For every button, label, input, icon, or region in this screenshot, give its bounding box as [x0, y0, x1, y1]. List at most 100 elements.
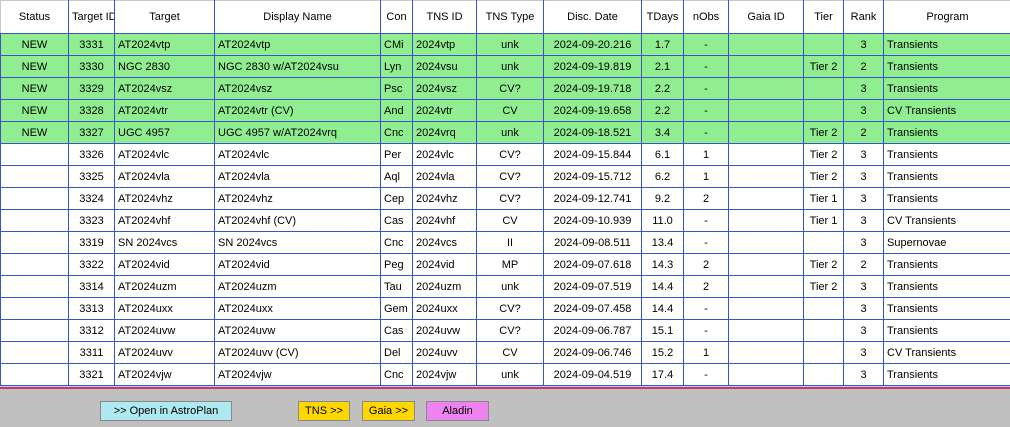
cell-gaia-id[interactable] — [728, 209, 804, 232]
cell-tdays[interactable]: 2.2 — [641, 77, 684, 100]
cell-target-id[interactable]: 3314 — [68, 275, 115, 298]
cell-program[interactable]: Transients — [883, 187, 1010, 210]
cell-nobs[interactable]: - — [683, 209, 729, 232]
cell-display-name[interactable]: AT2024uzm — [214, 275, 381, 298]
cell-target-id[interactable]: 3331 — [68, 33, 115, 56]
cell-display-name[interactable]: AT2024vlc — [214, 143, 381, 166]
cell-disc-date[interactable]: 2024-09-07.458 — [543, 297, 642, 320]
cell-tns-id[interactable]: 2024uxx — [412, 297, 477, 320]
cell-tns-type[interactable]: CV? — [476, 165, 544, 188]
col-header-rank[interactable]: Rank — [843, 0, 884, 34]
cell-program[interactable]: Transients — [883, 363, 1010, 386]
cell-target[interactable]: AT2024vtp — [114, 33, 215, 56]
table-row[interactable]: 3323 AT2024vhf AT2024vhf (CV) Cas 2024vhf CV 2… — [0, 209, 1010, 232]
cell-disc-date[interactable]: 2024-09-18.521 — [543, 121, 642, 144]
cell-display-name[interactable]: AT2024vhz — [214, 187, 381, 210]
col-header-target[interactable]: Target — [114, 0, 215, 34]
cell-rank[interactable]: 2 — [843, 253, 884, 276]
cell-program[interactable]: Transients — [883, 121, 1010, 144]
cell-tns-id[interactable]: 2024uvv — [412, 341, 477, 364]
cell-tier[interactable]: Tier 1 — [803, 187, 844, 210]
col-header-target-id[interactable]: Target ID — [68, 0, 115, 34]
cell-tns-type[interactable]: CV? — [476, 143, 544, 166]
cell-tdays[interactable]: 15.1 — [641, 319, 684, 342]
cell-tdays[interactable]: 14.4 — [641, 275, 684, 298]
cell-con[interactable]: Cas — [380, 319, 413, 342]
table-row[interactable]: 3312 AT2024uvw AT2024uvw Cas 2024uvw CV? 2024-… — [0, 319, 1010, 342]
cell-target-id[interactable]: 3330 — [68, 55, 115, 78]
cell-tier[interactable] — [803, 297, 844, 320]
cell-tns-type[interactable]: unk — [476, 121, 544, 144]
cell-nobs[interactable]: - — [683, 77, 729, 100]
cell-nobs[interactable]: - — [683, 55, 729, 78]
cell-tns-type[interactable]: CV? — [476, 319, 544, 342]
cell-status[interactable] — [0, 253, 69, 276]
cell-disc-date[interactable]: 2024-09-19.658 — [543, 99, 642, 122]
cell-tier[interactable]: Tier 1 — [803, 209, 844, 232]
cell-display-name[interactable]: AT2024vjw — [214, 363, 381, 386]
cell-target-id[interactable]: 3319 — [68, 231, 115, 254]
cell-disc-date[interactable]: 2024-09-10.939 — [543, 209, 642, 232]
cell-target[interactable]: NGC 2830 — [114, 55, 215, 78]
cell-tns-type[interactable]: unk — [476, 275, 544, 298]
cell-program[interactable]: Transients — [883, 297, 1010, 320]
cell-status[interactable]: NEW — [0, 55, 69, 78]
cell-status[interactable] — [0, 297, 69, 320]
cell-status[interactable] — [0, 209, 69, 232]
cell-tier[interactable] — [803, 99, 844, 122]
cell-program[interactable]: CV Transients — [883, 341, 1010, 364]
cell-con[interactable]: Peg — [380, 253, 413, 276]
cell-status[interactable] — [0, 231, 69, 254]
cell-tns-type[interactable]: CV — [476, 209, 544, 232]
col-header-tns-type[interactable]: TNS Type — [476, 0, 544, 34]
cell-con[interactable]: Cnc — [380, 231, 413, 254]
cell-target[interactable]: AT2024uvw — [114, 319, 215, 342]
cell-target-id[interactable]: 3313 — [68, 297, 115, 320]
cell-tdays[interactable]: 3.4 — [641, 121, 684, 144]
table-row[interactable]: NEW 3329 AT2024vsz AT2024vsz Psc 2024vsz CV? 20… — [0, 77, 1010, 100]
cell-tns-type[interactable]: unk — [476, 33, 544, 56]
cell-status[interactable]: NEW — [0, 121, 69, 144]
gaia-button[interactable]: Gaia >> — [362, 401, 415, 421]
cell-tdays[interactable]: 9.2 — [641, 187, 684, 210]
cell-rank[interactable]: 2 — [843, 121, 884, 144]
table-row[interactable]: NEW 3327 UGC 4957 UGC 4957 w/AT2024vrq Cnc 20… — [0, 121, 1010, 144]
cell-tier[interactable]: Tier 2 — [803, 253, 844, 276]
cell-tns-id[interactable]: 2024vtp — [412, 33, 477, 56]
col-header-display-name[interactable]: Display Name — [214, 0, 381, 34]
open-in-astroplan-button[interactable]: >> Open in AstroPlan — [100, 401, 232, 421]
cell-rank[interactable]: 3 — [843, 297, 884, 320]
col-header-tier[interactable]: Tier — [803, 0, 844, 34]
cell-tns-type[interactable]: CV — [476, 99, 544, 122]
cell-tns-id[interactable]: 2024vtr — [412, 99, 477, 122]
cell-tns-id[interactable]: 2024vsz — [412, 77, 477, 100]
cell-gaia-id[interactable] — [728, 341, 804, 364]
table-row[interactable]: 3311 AT2024uvv AT2024uvv (CV) Del 2024uvv CV 2… — [0, 341, 1010, 364]
cell-gaia-id[interactable] — [728, 55, 804, 78]
cell-con[interactable]: Gem — [380, 297, 413, 320]
cell-program[interactable]: CV Transients — [883, 209, 1010, 232]
cell-rank[interactable]: 3 — [843, 209, 884, 232]
cell-tns-id[interactable]: 2024vlc — [412, 143, 477, 166]
cell-status[interactable] — [0, 319, 69, 342]
cell-display-name[interactable]: AT2024vtr (CV) — [214, 99, 381, 122]
cell-target-id[interactable]: 3312 — [68, 319, 115, 342]
cell-tns-id[interactable]: 2024vcs — [412, 231, 477, 254]
cell-tdays[interactable]: 2.2 — [641, 99, 684, 122]
cell-display-name[interactable]: SN 2024vcs — [214, 231, 381, 254]
cell-disc-date[interactable]: 2024-09-08.511 — [543, 231, 642, 254]
cell-nobs[interactable]: 1 — [683, 143, 729, 166]
aladin-button[interactable]: Aladin — [426, 401, 489, 421]
cell-display-name[interactable]: AT2024vla — [214, 165, 381, 188]
cell-target-id[interactable]: 3323 — [68, 209, 115, 232]
col-header-disc-date[interactable]: Disc. Date — [543, 0, 642, 34]
cell-tier[interactable] — [803, 33, 844, 56]
cell-disc-date[interactable]: 2024-09-04.519 — [543, 363, 642, 386]
cell-target-id[interactable]: 3326 — [68, 143, 115, 166]
cell-tns-id[interactable]: 2024vhz — [412, 187, 477, 210]
cell-display-name[interactable]: UGC 4957 w/AT2024vrq — [214, 121, 381, 144]
cell-tier[interactable]: Tier 2 — [803, 143, 844, 166]
cell-nobs[interactable]: - — [683, 319, 729, 342]
cell-tns-id[interactable]: 2024uvw — [412, 319, 477, 342]
cell-status[interactable] — [0, 143, 69, 166]
